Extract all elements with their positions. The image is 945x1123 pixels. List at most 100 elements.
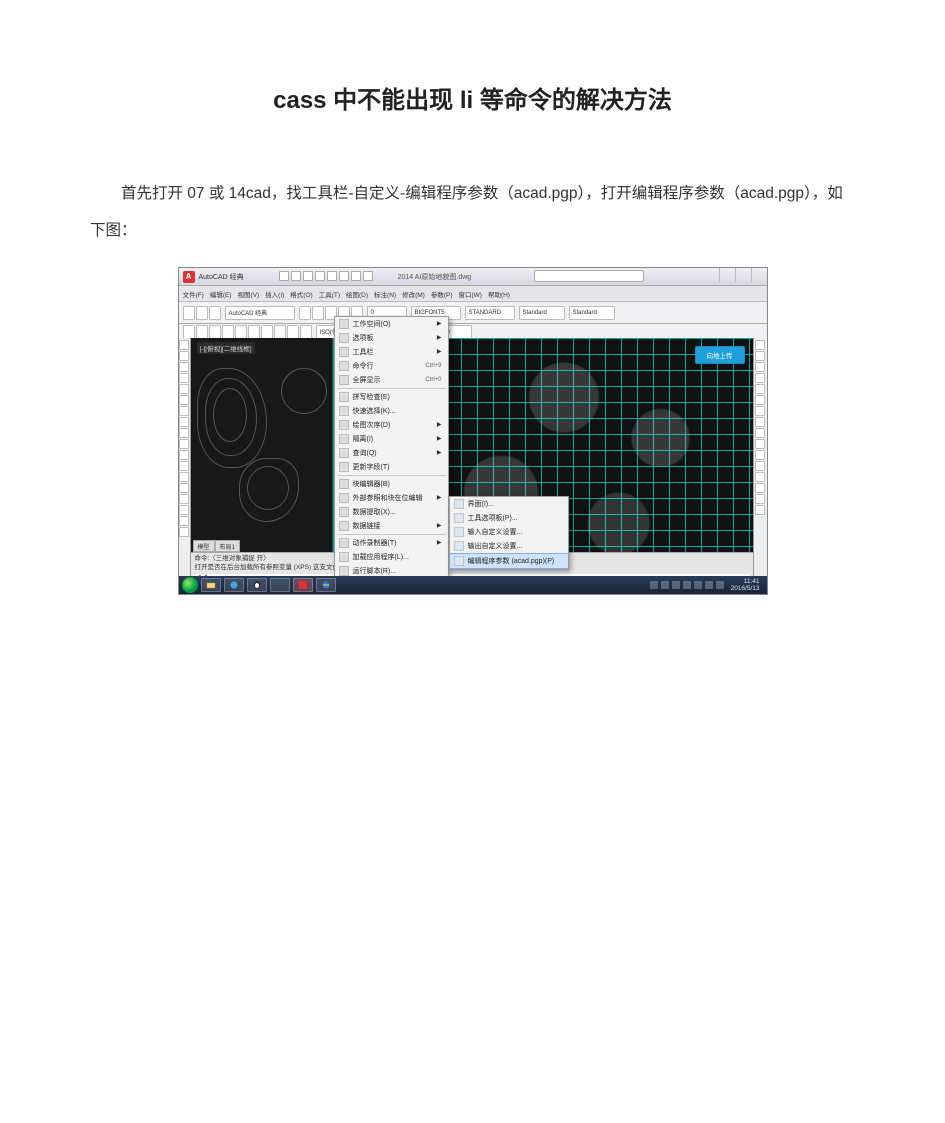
menu-item[interactable]: 快速选择(K)...	[335, 404, 448, 418]
menu-item[interactable]: 拼写检查(E)	[335, 390, 448, 404]
menu-item-icon	[339, 552, 349, 562]
taskbar-clock[interactable]: 11:41 2016/5/13	[727, 578, 764, 592]
menu-item[interactable]: 数据提取(X)...	[335, 505, 448, 519]
embedded-screenshot: A AutoCAD 经典 2014 AI原始地貌图.dwg 文件(F)编辑(E)…	[178, 267, 768, 595]
submenu-item-label: 编辑程序参数 (acad.pgp)(P)	[468, 556, 555, 566]
dimstyle-dropdown[interactable]: STANDARD	[465, 306, 515, 320]
menu-item[interactable]: 动作录制器(T)▶	[335, 536, 448, 550]
taskbar-app-autocad[interactable]	[293, 578, 313, 592]
menu-item-icon	[339, 448, 349, 458]
menu-item-icon	[339, 479, 349, 489]
menu-item-icon	[339, 361, 349, 371]
menu-item-icon	[339, 538, 349, 548]
taskbar-app-ie[interactable]	[316, 578, 336, 592]
submenu-item-label: 输入自定义设置...	[468, 527, 523, 537]
menu-item[interactable]: 工作空间(O)▶	[335, 317, 448, 331]
menu-item[interactable]: 加载应用程序(L)...	[335, 550, 448, 564]
window-controls[interactable]	[719, 268, 767, 282]
help-search-input[interactable]	[534, 270, 644, 282]
menu-item-icon	[339, 521, 349, 531]
menu-item-label: 工作空间(O)	[353, 319, 391, 329]
tray-icon[interactable]	[694, 581, 702, 589]
standard-toolbar[interactable]: AutoCAD 经典 0 BIGFONT5 STANDARD Standard …	[179, 302, 767, 324]
model-layout-tabs[interactable]: 模型 布局1	[193, 540, 240, 552]
tray-icon[interactable]	[661, 581, 669, 589]
taskbar-app-browser[interactable]	[224, 578, 244, 592]
submenu-item-icon	[454, 499, 464, 509]
submenu-item[interactable]: 工具选项板(P)...	[450, 511, 568, 525]
document-title: 2014 AI原始地貌图.dwg	[398, 272, 472, 282]
tray-icon[interactable]	[672, 581, 680, 589]
menu-item[interactable]: 查询(Q)▶	[335, 446, 448, 460]
taskbar-app-misc[interactable]	[270, 578, 290, 592]
menu-item-label: 运行脚本(R)...	[353, 566, 397, 576]
menu-item-label: 数据提取(X)...	[353, 507, 396, 517]
menu-item-label: 查询(Q)	[353, 448, 377, 458]
menu-item-icon	[339, 462, 349, 472]
submenu-item-icon	[454, 527, 464, 537]
workspace-dropdown[interactable]: AutoCAD 经典	[225, 306, 295, 320]
window-titlebar: A AutoCAD 经典 2014 AI原始地貌图.dwg	[179, 268, 767, 286]
layout-tab[interactable]: 布局1	[215, 540, 240, 552]
submenu-item[interactable]: 输入自定义设置...	[450, 525, 568, 539]
menu-item[interactable]: 绘图次序(D)▶	[335, 418, 448, 432]
windows-taskbar[interactable]: 11:41 2016/5/13	[179, 576, 767, 594]
tray-icon[interactable]	[650, 581, 658, 589]
menu-item-icon	[339, 392, 349, 402]
customize-submenu[interactable]: 界面(I)...工具选项板(P)... 输入自定义设置... 输出自定义设置... 编…	[449, 496, 569, 570]
submenu-item[interactable]: 编辑程序参数 (acad.pgp)(P)	[450, 553, 568, 569]
autocad-logo-icon: A	[183, 271, 195, 283]
submenu-item-icon	[454, 513, 464, 523]
menu-item-icon	[339, 406, 349, 416]
system-tray[interactable]	[650, 581, 724, 589]
menu-item-icon	[339, 434, 349, 444]
submenu-item[interactable]: 界面(I)...	[450, 497, 568, 511]
main-menubar[interactable]: 文件(F)编辑(E)视图(V)插入(I)格式(O)工具(T)绘图(D)标注(N)…	[179, 286, 767, 302]
menu-item-label: 更新字段(T)	[353, 462, 390, 472]
left-tool-palette[interactable]	[179, 338, 191, 576]
menu-item[interactable]: 全屏显示Ctrl+0	[335, 373, 448, 387]
menu-item[interactable]: 更新字段(T)	[335, 460, 448, 474]
std-dropdown-2[interactable]: Standard	[569, 306, 615, 320]
tray-icon[interactable]	[716, 581, 724, 589]
menu-item[interactable]: 块编辑器(B)	[335, 477, 448, 491]
tools-menu-dropdown[interactable]: 工作空间(O)▶选项板▶工具栏▶命令行Ctrl+9全屏显示Ctrl+0 拼写检查(…	[334, 316, 449, 595]
menu-item-label: 绘图次序(D)	[353, 420, 391, 430]
taskbar-app-explorer[interactable]	[201, 578, 221, 592]
menu-item-label: 拼写检查(E)	[353, 392, 390, 402]
menu-item[interactable]: 选项板▶	[335, 331, 448, 345]
menu-item-label: 隔离(I)	[353, 434, 374, 444]
article-paragraph: 首先打开 07 或 14cad，找工具栏-自定义-编辑程序参数（acad.pgp…	[90, 175, 855, 249]
submenu-item-label: 输出自定义设置...	[468, 541, 523, 551]
window-title-text: AutoCAD 经典	[199, 272, 244, 282]
viewport-label: [-][俯视][二维线框]	[197, 342, 255, 354]
menu-item[interactable]: 命令行Ctrl+9	[335, 359, 448, 373]
right-tool-palette[interactable]	[753, 338, 767, 576]
menu-item-label: 选项板	[353, 333, 374, 343]
article-title: cass 中不能出现 li 等命令的解决方法	[90, 80, 855, 115]
menu-item-label: 数据链接	[353, 521, 381, 531]
menu-item[interactable]: 隔离(I)▶	[335, 432, 448, 446]
submenu-item[interactable]: 输出自定义设置...	[450, 539, 568, 553]
start-button[interactable]	[182, 577, 198, 593]
menu-item-icon	[339, 420, 349, 430]
menu-item[interactable]: 工具栏▶	[335, 345, 448, 359]
menu-item-label: 命令行	[353, 361, 374, 371]
std-dropdown-1[interactable]: Standard	[519, 306, 565, 320]
menu-item-icon	[339, 493, 349, 503]
menu-item-label: 全屏显示	[353, 375, 381, 385]
model-tab[interactable]: 模型	[193, 540, 215, 552]
menu-item-label: 块编辑器(B)	[353, 479, 390, 489]
menu-item[interactable]: 数据链接▶	[335, 519, 448, 533]
quick-access-toolbar[interactable]	[279, 271, 373, 283]
tray-icon[interactable]	[683, 581, 691, 589]
tray-icon[interactable]	[705, 581, 713, 589]
menu-item[interactable]: 外部参照和块在位编辑▶	[335, 491, 448, 505]
menu-item-label: 工具栏	[353, 347, 374, 357]
menu-item-label: 加载应用程序(L)...	[353, 552, 409, 562]
menu-item-icon	[339, 347, 349, 357]
cloud-upload-badge[interactable]: 向地上传	[695, 346, 745, 364]
menu-item-icon	[339, 375, 349, 385]
menu-item-icon	[339, 507, 349, 517]
taskbar-app-qq[interactable]	[247, 578, 267, 592]
